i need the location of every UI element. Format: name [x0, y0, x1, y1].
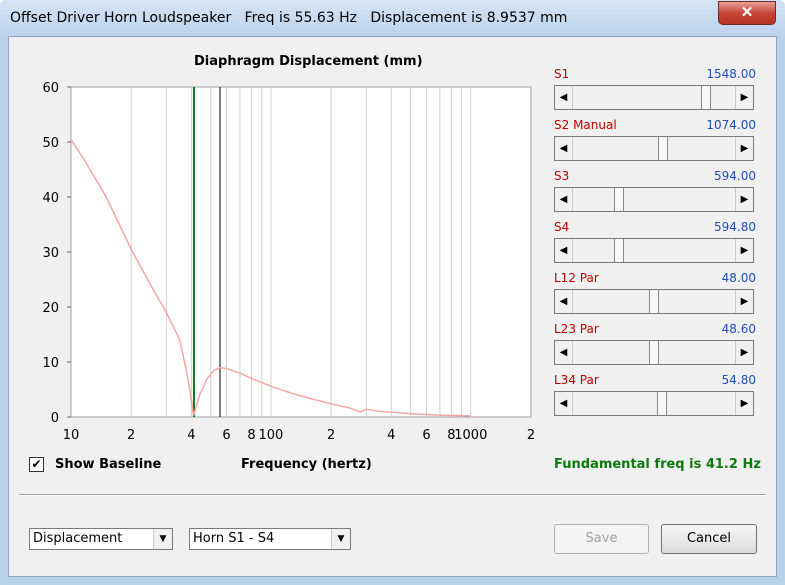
app-window: Offset Driver Horn Loudspeaker Freq is 5… — [0, 0, 785, 585]
arrow-right-icon[interactable]: ▶ — [735, 341, 753, 364]
arrow-left-icon[interactable]: ◀ — [555, 137, 573, 160]
arrow-left-icon[interactable]: ◀ — [555, 188, 573, 211]
y-tick-label: 0 — [51, 411, 59, 426]
dialog-client: Diaphragm Displacement (mm) 60 50 40 30 20 10… — [8, 36, 777, 577]
save-button[interactable]: Save — [554, 524, 649, 554]
arrow-left-icon[interactable]: ◀ — [555, 341, 573, 364]
slider-label: S2 Manual — [554, 118, 617, 132]
arrow-right-icon[interactable]: ▶ — [735, 188, 753, 211]
x-tick-label: 8 — [247, 428, 255, 443]
x-tick-label: 2 — [127, 428, 135, 443]
x-tick-label: 6 — [222, 428, 230, 443]
x-tick-label: 6 — [422, 428, 430, 443]
slider-value: 594.00 — [714, 169, 756, 183]
horn-select[interactable]: Horn S1 - S4 ▼ — [189, 528, 351, 550]
x-tick-label: 100 — [258, 428, 283, 443]
displacement-chart: 6050403020100 10 2 4 6 8 100 2 4 6 81000 2 — [42, 81, 535, 443]
chevron-down-icon[interactable]: ▼ — [153, 529, 172, 549]
y-tick-label: 10 — [42, 356, 59, 371]
y-tick-label: 50 — [42, 136, 59, 151]
slider-scrollbar[interactable]: ◀ ▶ — [554, 340, 754, 365]
slider-label: L23 Par — [554, 322, 599, 336]
slider-value: 1074.00 — [706, 118, 756, 132]
slider-scrollbar[interactable]: ◀ ▶ — [554, 238, 754, 263]
checkmark-icon: ✔ — [31, 457, 42, 471]
x-axis-title: Frequency (hertz) — [241, 457, 372, 472]
arrow-left-icon[interactable]: ◀ — [555, 392, 573, 415]
slider-label: L12 Par — [554, 271, 599, 285]
slider-thumb[interactable] — [649, 290, 659, 313]
slider-thumb[interactable] — [614, 188, 625, 211]
slider-value: 48.00 — [721, 271, 756, 285]
arrow-left-icon[interactable]: ◀ — [555, 290, 573, 313]
arrow-right-icon[interactable]: ▶ — [735, 392, 753, 415]
slider-label: L34 Par — [554, 373, 599, 387]
mode-select-value: Displacement — [33, 531, 123, 546]
x-tick-label: 2 — [327, 428, 335, 443]
cancel-button[interactable]: Cancel — [661, 524, 757, 554]
slider-value: 48.60 — [721, 322, 756, 336]
slider-label: S4 — [554, 220, 570, 234]
slider-scrollbar[interactable]: ◀ ▶ — [554, 289, 754, 314]
slider-scrollbar[interactable]: ◀ ▶ — [554, 136, 754, 161]
slider-scrollbar[interactable]: ◀ ▶ — [554, 391, 754, 416]
slider-value: 54.80 — [721, 373, 756, 387]
y-tick-label: 30 — [42, 246, 59, 261]
fundamental-freq-text: Fundamental freq is 41.2 Hz — [554, 457, 761, 472]
mode-select[interactable]: Displacement ▼ — [29, 528, 173, 550]
slider-thumb[interactable] — [614, 239, 625, 262]
slider-label: S1 — [554, 67, 570, 81]
arrow-right-icon[interactable]: ▶ — [735, 137, 753, 160]
arrow-right-icon[interactable]: ▶ — [735, 239, 753, 262]
chevron-down-icon[interactable]: ▼ — [331, 529, 350, 549]
close-icon: ✕ — [740, 4, 754, 21]
y-tick-label: 40 — [42, 191, 59, 206]
slider-value: 594.80 — [714, 220, 756, 234]
arrow-right-icon[interactable]: ▶ — [735, 86, 753, 109]
show-baseline-label[interactable]: Show Baseline — [55, 457, 161, 472]
show-baseline-checkbox[interactable]: ✔ — [29, 457, 44, 472]
arrow-left-icon[interactable]: ◀ — [555, 86, 573, 109]
divider — [19, 494, 766, 496]
title-bar[interactable]: Offset Driver Horn Loudspeaker Freq is 5… — [0, 0, 785, 36]
x-tick-label: 4 — [187, 428, 195, 443]
slider-scrollbar[interactable]: ◀ ▶ — [554, 187, 754, 212]
slider-value: 1548.00 — [706, 67, 756, 81]
slider-thumb[interactable] — [649, 341, 659, 364]
x-tick-label: 10 — [63, 428, 80, 443]
slider-thumb[interactable] — [700, 86, 711, 109]
x-tick-label: 4 — [387, 428, 395, 443]
x-tick-label: 2 — [527, 428, 535, 443]
arrow-right-icon[interactable]: ▶ — [735, 290, 753, 313]
slider-scrollbar[interactable]: ◀ ▶ — [554, 85, 754, 110]
y-tick-label: 60 — [42, 81, 59, 96]
close-button[interactable]: ✕ — [718, 1, 776, 25]
slider-thumb[interactable] — [656, 392, 667, 415]
x-tick-label: 1000 — [454, 428, 487, 443]
arrow-left-icon[interactable]: ◀ — [555, 239, 573, 262]
slider-thumb[interactable] — [658, 137, 669, 160]
slider-label: S3 — [554, 169, 570, 183]
window-title: Offset Driver Horn Loudspeaker Freq is 5… — [10, 10, 568, 26]
horn-select-value: Horn S1 - S4 — [193, 531, 275, 546]
y-tick-label: 20 — [42, 301, 59, 316]
